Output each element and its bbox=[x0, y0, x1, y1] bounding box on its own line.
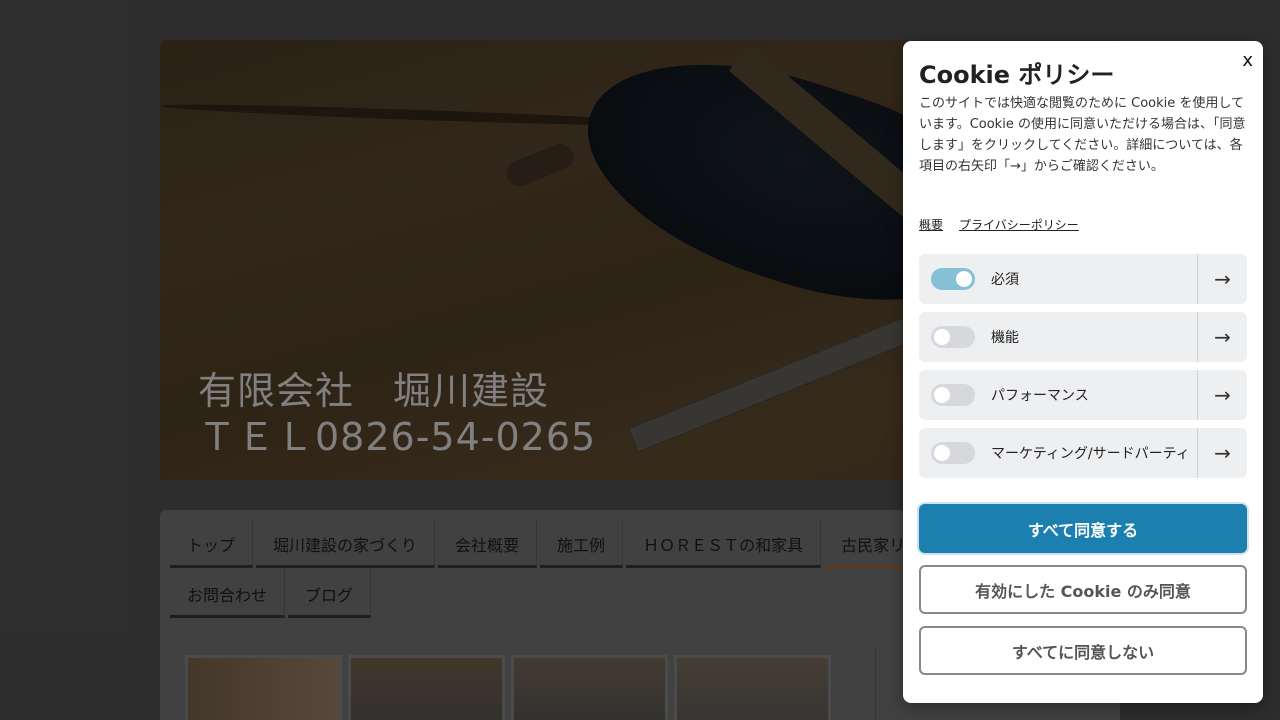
toggle-knob bbox=[934, 445, 950, 461]
category-label: 機能 bbox=[991, 330, 1019, 346]
category-label: パフォーマンス bbox=[991, 388, 1089, 404]
close-button[interactable]: x bbox=[1242, 50, 1253, 71]
marketing-toggle[interactable] bbox=[931, 442, 975, 464]
cookie-policy-dialog: x Cookie ポリシー このサイトでは快適な閲覧のために Cookie を使… bbox=[903, 41, 1263, 703]
accept-selected-button[interactable]: 有効にした Cookie のみ同意 bbox=[919, 565, 1247, 614]
overview-link[interactable]: 概要 bbox=[919, 216, 943, 233]
category-required: 必須 → bbox=[919, 254, 1247, 304]
category-marketing: マーケティング/サードパーティ → bbox=[919, 428, 1247, 478]
functional-toggle[interactable] bbox=[931, 326, 975, 348]
performance-toggle[interactable] bbox=[931, 384, 975, 406]
arrow-right-icon[interactable]: → bbox=[1197, 370, 1247, 420]
cookie-categories: 必須 → 機能 → パフォーマンス → マーケティング/サードパーティ → bbox=[919, 254, 1247, 486]
category-performance: パフォーマンス → bbox=[919, 370, 1247, 420]
arrow-right-icon[interactable]: → bbox=[1197, 428, 1247, 478]
category-label: マーケティング/サードパーティ bbox=[991, 446, 1190, 462]
arrow-right-icon[interactable]: → bbox=[1197, 254, 1247, 304]
toggle-knob bbox=[934, 387, 950, 403]
dialog-title: Cookie ポリシー bbox=[919, 61, 1115, 89]
arrow-right-icon[interactable]: → bbox=[1197, 312, 1247, 362]
dialog-description: このサイトでは快適な閲覧のために Cookie を使用しています。Cookie … bbox=[919, 96, 1246, 174]
required-toggle[interactable] bbox=[931, 268, 975, 290]
reject-all-button[interactable]: すべてに同意しない bbox=[919, 626, 1247, 675]
category-label: 必須 bbox=[991, 272, 1019, 288]
accept-all-button[interactable]: すべて同意する bbox=[919, 504, 1247, 553]
privacy-policy-link[interactable]: プライバシーポリシー bbox=[959, 216, 1079, 233]
category-functional: 機能 → bbox=[919, 312, 1247, 362]
policy-links: 概要 プライバシーポリシー bbox=[919, 216, 1079, 233]
toggle-knob bbox=[956, 271, 972, 287]
toggle-knob bbox=[934, 329, 950, 345]
